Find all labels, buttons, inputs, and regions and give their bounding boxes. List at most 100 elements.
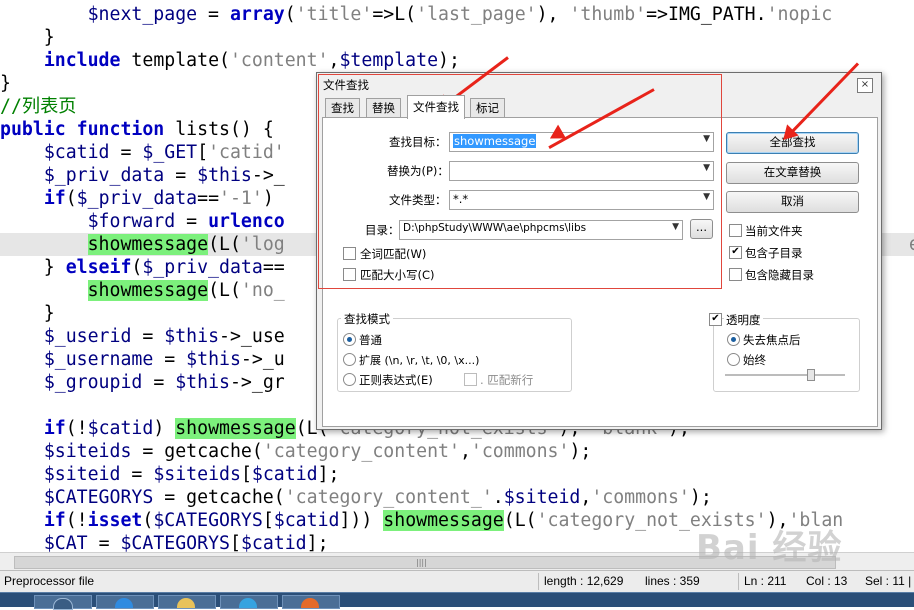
code-token: $catid [87, 418, 154, 439]
code-line[interactable]: $siteids = getcache('category_content','… [0, 440, 592, 463]
replace-in-files-button[interactable]: 在文章替换 [726, 162, 859, 184]
code-token: if [43, 418, 66, 439]
code-token: $catid [273, 510, 340, 531]
code-line[interactable]: public function lists() { [0, 118, 274, 141]
code-line[interactable]: $_groupid = $this->_gr [0, 371, 285, 394]
taskbar-button[interactable] [34, 595, 92, 610]
code-token: if [43, 188, 66, 209]
code-line[interactable]: if($_priv_data=='-1') [0, 187, 274, 210]
browse-button[interactable]: ... [690, 219, 713, 239]
code-token: , [328, 50, 340, 71]
dot-newline-checkbox[interactable] [464, 373, 477, 386]
transparency-label: 透明度 [724, 312, 763, 328]
code-token: $_GET [142, 142, 198, 163]
chevron-down-icon[interactable]: ▼ [703, 192, 710, 202]
grip-icon: |||| [416, 558, 427, 567]
dialog-titlebar[interactable]: 文件查找 × [317, 73, 881, 95]
code-token: $catid [43, 142, 110, 163]
file-type-filter-combo[interactable]: *.* ▼ [449, 190, 714, 210]
match-case-checkbox[interactable] [343, 268, 356, 281]
chevron-down-icon[interactable]: ▼ [672, 222, 679, 232]
code-line[interactable]: } elseif($_priv_data== [0, 256, 285, 279]
code-token: ) [153, 418, 176, 439]
on-lose-focus-label: 失去焦点后 [743, 333, 801, 347]
current-folder-checkbox[interactable] [729, 224, 742, 237]
taskbar-button[interactable] [220, 595, 278, 609]
directory-combo[interactable]: D:\phpStudy\WWW\ae\phpcms\libs ▼ [399, 220, 683, 240]
code-token: $template [339, 50, 439, 71]
file-type-filter-value: *.* [453, 192, 469, 206]
tab-find[interactable]: 查找 [325, 98, 360, 118]
code-line[interactable]: showmessage(L('no_ [0, 279, 285, 302]
taskbar-button[interactable] [282, 595, 340, 609]
code-token: , [580, 487, 592, 508]
current-folder-label: 当前文件夹 [745, 224, 803, 238]
code-line[interactable]: $CATEGORYS = getcache('category_content_… [0, 486, 712, 509]
code-line[interactable]: $_userid = $this->_use [0, 325, 285, 348]
code-token: ]; [306, 533, 329, 552]
code-line[interactable]: //列表页 [0, 95, 76, 118]
code-token: 'commons' [470, 441, 570, 462]
tab-replace[interactable]: 替换 [366, 98, 401, 118]
code-token: $this [164, 326, 220, 347]
code-token: ])) [339, 510, 384, 531]
code-token: ( [142, 510, 154, 531]
code-line[interactable]: include template('content',$template); [0, 49, 460, 72]
code-line[interactable]: } [0, 26, 55, 49]
mode-regex-radio[interactable] [343, 373, 356, 386]
code-line[interactable]: } [0, 72, 11, 95]
hidden-folders-checkbox[interactable] [729, 268, 742, 281]
code-token: $CATEGORYS [153, 510, 263, 531]
code-token: $CATEGORYS [120, 533, 230, 552]
code-token: ); [689, 487, 712, 508]
status-divider [538, 573, 539, 590]
code-token: $_groupid [43, 372, 143, 393]
subfolders-checkbox[interactable]: ✔ [729, 246, 742, 259]
chevron-down-icon[interactable]: ▼ [703, 163, 710, 173]
code-line[interactable]: $next_page = array('title'=>L('last_page… [0, 3, 833, 26]
close-button[interactable]: × [857, 78, 873, 93]
code-token: } [0, 303, 55, 324]
find-target-combo[interactable]: showmessage ▼ [449, 132, 714, 152]
taskbar-button[interactable] [96, 595, 154, 609]
code-token: = [87, 533, 121, 552]
code-token: = [197, 4, 230, 25]
code-line[interactable]: $_priv_data = $this->_ [0, 164, 285, 187]
on-lose-focus-radio[interactable] [727, 333, 740, 346]
always-radio[interactable] [727, 353, 740, 366]
whole-word-checkbox[interactable] [343, 247, 356, 260]
code-line[interactable]: $catid = $_GET['catid' [0, 141, 285, 164]
mode-regex-label: 正则表达式(E) [359, 373, 433, 387]
selection-label: Sel : 11 | [865, 574, 912, 588]
code-line[interactable]: $CAT = $CATEGORYS[$catid]; [0, 532, 329, 552]
cancel-button[interactable]: 取消 [726, 191, 859, 213]
transparency-slider-track[interactable] [725, 374, 845, 376]
mode-normal-radio[interactable] [343, 333, 356, 346]
tab-mark[interactable]: 标记 [470, 98, 505, 118]
taskbar-button[interactable] [158, 595, 216, 609]
directory-value: D:\phpStudy\WWW\ae\phpcms\libs [403, 222, 587, 234]
tab-panel: 查找目标： showmessage ▼ 替换为(P)： ▼ 文件类型： *.* … [322, 117, 878, 427]
tab-find-in-files[interactable]: 文件查找 [407, 95, 465, 119]
code-line[interactable]: $_username = $this->_u [0, 348, 285, 371]
dialog-title: 文件查找 [323, 78, 369, 92]
code-line[interactable]: } [0, 302, 55, 325]
code-token: . [492, 487, 504, 508]
transparency-checkbox[interactable]: ✔ [709, 313, 722, 326]
mode-extended-radio[interactable] [343, 353, 356, 366]
code-line[interactable]: $forward = urlenco [0, 210, 285, 233]
chevron-down-icon[interactable]: ▼ [703, 134, 710, 144]
status-divider [738, 573, 739, 590]
code-line[interactable]: $siteid = $siteids[$catid]; [0, 463, 340, 486]
code-token: template( [120, 50, 230, 71]
replace-combo[interactable]: ▼ [449, 161, 714, 181]
transparency-slider-thumb[interactable] [807, 369, 815, 381]
